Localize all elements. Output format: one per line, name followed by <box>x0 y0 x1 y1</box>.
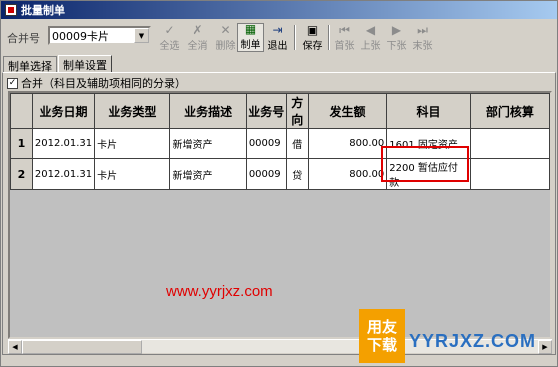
watermark-logo: 用友 下载 <box>359 309 405 363</box>
last-icon: ⏭ <box>417 23 428 37</box>
header-type[interactable]: 业务类型 <box>94 93 171 129</box>
next-icon: ▶ <box>391 23 402 37</box>
toolbar: 合并号 00009卡片 ▼ ✓ 全选 ✗ 全消 ✕ 删除 ▦ 制单 ⇥ 退出 ▣… <box>1 20 557 54</box>
cell-type[interactable]: 卡片 <box>94 128 171 159</box>
merge-checkbox[interactable]: ✓ <box>7 77 18 89</box>
cell-amount[interactable]: 800.00 <box>307 158 388 190</box>
exit-label: 退出 <box>267 41 288 52</box>
cell-biz-no[interactable]: 00009 <box>245 158 287 190</box>
highlight-box <box>381 146 469 182</box>
cell-date[interactable]: 2012.01.31 <box>31 158 96 190</box>
header-dept[interactable]: 部门核算 <box>469 93 550 129</box>
select-all-icon: ✓ <box>164 23 175 37</box>
cell-type[interactable]: 卡片 <box>94 158 171 190</box>
cell-direction[interactable]: 借 <box>285 128 309 159</box>
save-label: 保存 <box>302 41 323 52</box>
first-icon: ⏮ <box>339 23 350 37</box>
tab-strip: 制单选择 制单设置 <box>3 55 113 73</box>
exit-button[interactable]: ⇥ 退出 <box>264 23 291 52</box>
toolbar-separator <box>294 25 296 50</box>
make-voucher-icon: ▦ <box>244 22 257 36</box>
deselect-all-icon: ✗ <box>192 23 203 37</box>
cell-desc[interactable]: 新增资产 <box>169 128 247 159</box>
last-label: 末张 <box>412 41 433 52</box>
prev-icon: ◀ <box>365 23 376 37</box>
voucher-grid: 业务日期 业务类型 业务描述 业务号 方向 发生额 科目 部门核算 1 2012… <box>8 91 552 339</box>
table-header-row: 业务日期 业务类型 业务描述 业务号 方向 发生额 科目 部门核算 <box>10 93 550 129</box>
batch-voucher-window: 批量制单 合并号 00009卡片 ▼ ✓ 全选 ✗ 全消 ✕ 删除 ▦ 制单 ⇥… <box>0 0 558 367</box>
first-button[interactable]: ⏮ 首张 <box>331 23 358 52</box>
exit-icon: ⇥ <box>272 23 283 37</box>
logo-line-2: 下载 <box>366 336 397 354</box>
merge-number-value: 00009卡片 <box>52 29 109 43</box>
watermark-site: YYRJXZ.COM <box>409 331 537 351</box>
header-biz-no[interactable]: 业务号 <box>245 93 287 129</box>
title-bar: 批量制单 <box>1 1 557 19</box>
next-label: 下张 <box>386 41 407 52</box>
merge-option-label: 合并（科目及辅助项相同的分录） <box>21 77 186 90</box>
cell-desc[interactable]: 新增资产 <box>169 158 247 190</box>
voucher-table: 业务日期 业务类型 业务描述 业务号 方向 发生额 科目 部门核算 1 2012… <box>10 93 550 190</box>
deselect-all-button[interactable]: ✗ 全消 <box>184 23 211 52</box>
delete-icon: ✕ <box>220 23 231 37</box>
cell-date[interactable]: 2012.01.31 <box>31 128 96 159</box>
tab-voucher-settings[interactable]: 制单设置 <box>58 55 112 73</box>
tab-voucher-selection[interactable]: 制单选择 <box>3 56 57 73</box>
merge-option[interactable]: ✓ 合并（科目及辅助项相同的分录） <box>7 75 186 91</box>
merge-number-select[interactable]: 00009卡片 ▼ <box>48 26 151 45</box>
header-rownum <box>10 93 33 129</box>
next-button[interactable]: ▶ 下张 <box>383 23 410 52</box>
window-title: 批量制单 <box>21 4 65 17</box>
delete-button[interactable]: ✕ 删除 <box>212 23 239 52</box>
header-direction[interactable]: 方向 <box>285 93 309 129</box>
cell-biz-no[interactable]: 00009 <box>245 128 287 159</box>
header-amount[interactable]: 发生额 <box>307 93 388 129</box>
deselect-all-label: 全消 <box>187 41 208 52</box>
scroll-left-icon[interactable]: ◀ <box>8 340 22 354</box>
delete-label: 删除 <box>215 41 236 52</box>
row-number: 1 <box>10 128 33 159</box>
row-number: 2 <box>10 158 33 190</box>
watermark-url: www.yyrjxz.com <box>166 283 273 300</box>
settings-panel: ✓ 合并（科目及辅助项相同的分录） 业务日期 业务类型 业务描述 业务号 方向 … <box>2 72 556 355</box>
make-voucher-button[interactable]: ▦ 制单 <box>237 22 264 52</box>
chevron-down-icon[interactable]: ▼ <box>134 28 149 43</box>
save-icon: ▣ <box>306 23 319 37</box>
scroll-thumb[interactable] <box>22 340 142 354</box>
select-all-label: 全选 <box>159 41 180 52</box>
app-icon <box>5 4 17 16</box>
cell-direction[interactable]: 贷 <box>285 158 309 190</box>
merge-number-label: 合并号 <box>7 32 40 45</box>
scroll-right-icon[interactable]: ▶ <box>538 340 552 354</box>
cell-dept[interactable] <box>469 128 550 159</box>
make-voucher-label: 制单 <box>240 40 261 51</box>
last-button[interactable]: ⏭ 末张 <box>409 23 436 52</box>
first-label: 首张 <box>334 41 355 52</box>
header-date[interactable]: 业务日期 <box>31 93 96 129</box>
prev-label: 上张 <box>360 41 381 52</box>
cell-dept[interactable] <box>469 158 550 190</box>
save-button[interactable]: ▣ 保存 <box>299 23 326 52</box>
select-all-button[interactable]: ✓ 全选 <box>156 23 183 52</box>
logo-line-1: 用友 <box>366 318 397 336</box>
header-subject[interactable]: 科目 <box>386 93 471 129</box>
cell-amount[interactable]: 800.00 <box>307 128 388 159</box>
header-desc[interactable]: 业务描述 <box>169 93 247 129</box>
prev-button[interactable]: ◀ 上张 <box>357 23 384 52</box>
toolbar-separator <box>328 25 330 50</box>
